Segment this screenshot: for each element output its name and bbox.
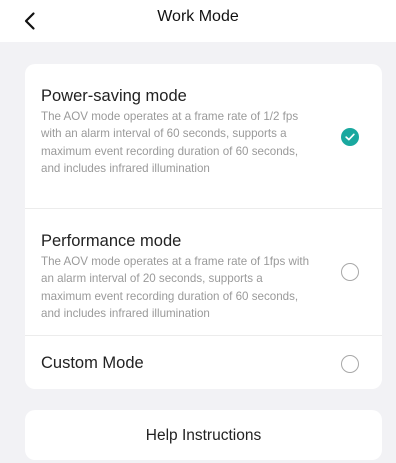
top-bar: Work Mode xyxy=(0,0,396,42)
help-instructions-button[interactable]: Help Instructions xyxy=(25,410,382,460)
page-title: Work Mode xyxy=(157,8,239,25)
option-description: The AOV mode operates at a frame rate of… xyxy=(41,255,310,321)
option-custom-mode[interactable]: Custom Mode xyxy=(25,335,382,390)
option-title: Power-saving mode xyxy=(41,87,187,105)
option-title: Performance mode xyxy=(41,232,182,250)
help-instructions-label: Help Instructions xyxy=(145,427,262,444)
option-performance-mode[interactable]: Performance mode The AOV mode operates a… xyxy=(25,208,382,336)
option-description: The AOV mode operates at a frame rate of… xyxy=(41,110,299,176)
checkmark-icon xyxy=(345,133,355,141)
work-mode-options-card: Power-saving mode The AOV mode operates … xyxy=(25,64,382,389)
radio-unselected-icon[interactable] xyxy=(341,355,359,373)
option-power-saving-mode[interactable]: Power-saving mode The AOV mode operates … xyxy=(25,64,382,208)
radio-unselected-icon[interactable] xyxy=(341,263,359,281)
option-title: Custom Mode xyxy=(41,354,144,372)
radio-selected-check-icon[interactable] xyxy=(341,128,359,146)
